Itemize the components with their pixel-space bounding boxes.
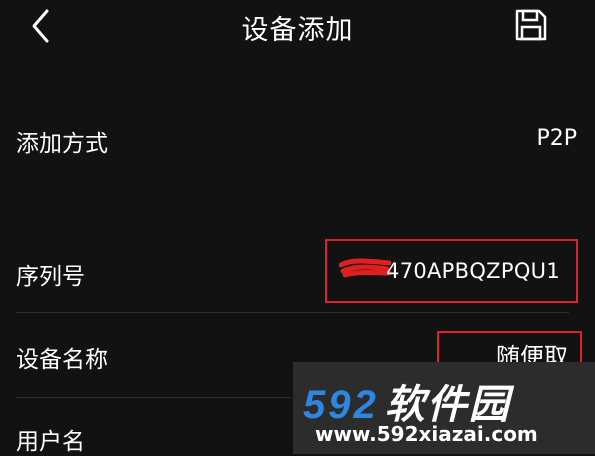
username-label: 用户名 [16,429,85,455]
watermark: 592 软件园 www.592xiazai.com [293,362,595,454]
save-button[interactable] [510,5,552,45]
serial-value: 470APBQZPQU1 [386,259,560,283]
divider [16,312,569,313]
serial-label: 序列号 [16,264,85,290]
page-title: 设备添加 [241,15,354,46]
device-name-label: 设备名称 [16,347,108,373]
divider [16,397,291,398]
redaction-scribble [339,258,391,278]
serial-input[interactable]: 470APBQZPQU1 [325,239,578,303]
top-bar: 设备添加 [0,0,595,52]
watermark-digits: 592 [303,383,379,427]
floppy-disk-icon [515,9,547,41]
add-method-value[interactable]: P2P [536,126,577,151]
add-method-row[interactable]: 添加方式 P2P [0,110,595,170]
watermark-brand: 软件园 [384,383,511,427]
serial-row: 序列号 470APBQZPQU1 [0,235,595,309]
add-method-label: 添加方式 [16,131,108,157]
watermark-url: www.592xiazai.com [315,422,538,446]
